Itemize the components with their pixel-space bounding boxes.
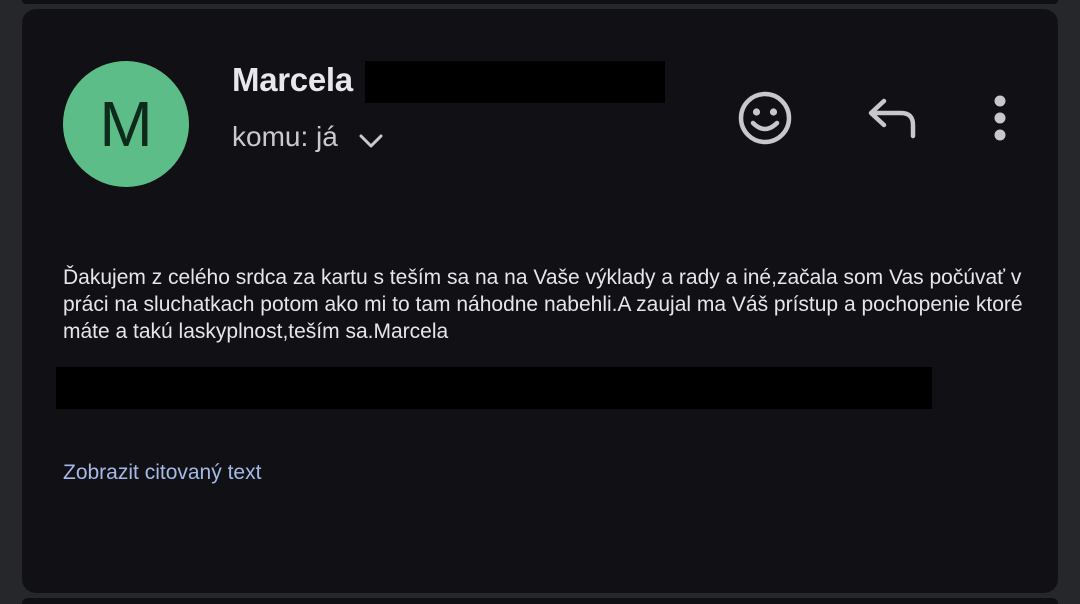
add-reaction-button[interactable] [734, 87, 796, 149]
previous-card-edge [22, 0, 1058, 4]
more-options-button[interactable] [982, 87, 1018, 149]
smiley-icon [738, 91, 792, 145]
reply-button[interactable] [860, 89, 924, 145]
email-body: Ďakujem z celého srdca za kartu s teším … [63, 266, 1023, 343]
email-card: M Marcela komu: já Ďakujem z celého srdc… [22, 9, 1058, 593]
more-vertical-icon [994, 95, 1006, 141]
recipient-details-toggle[interactable]: komu: já [232, 121, 384, 153]
redacted-surname [365, 61, 665, 103]
next-card-edge [22, 598, 1058, 604]
email-screen: M Marcela komu: já Ďakujem z celého srdc… [0, 0, 1080, 604]
avatar-letter: M [99, 88, 153, 160]
chevron-down-icon [359, 134, 383, 148]
redacted-text-block [56, 367, 932, 409]
recipient-label: komu: já [232, 121, 338, 152]
show-quoted-text-link[interactable]: Zobrazit citovaný text [63, 461, 261, 485]
sender-avatar[interactable]: M [63, 61, 189, 187]
reply-icon [868, 98, 916, 139]
sender-name: Marcela [232, 61, 353, 98]
